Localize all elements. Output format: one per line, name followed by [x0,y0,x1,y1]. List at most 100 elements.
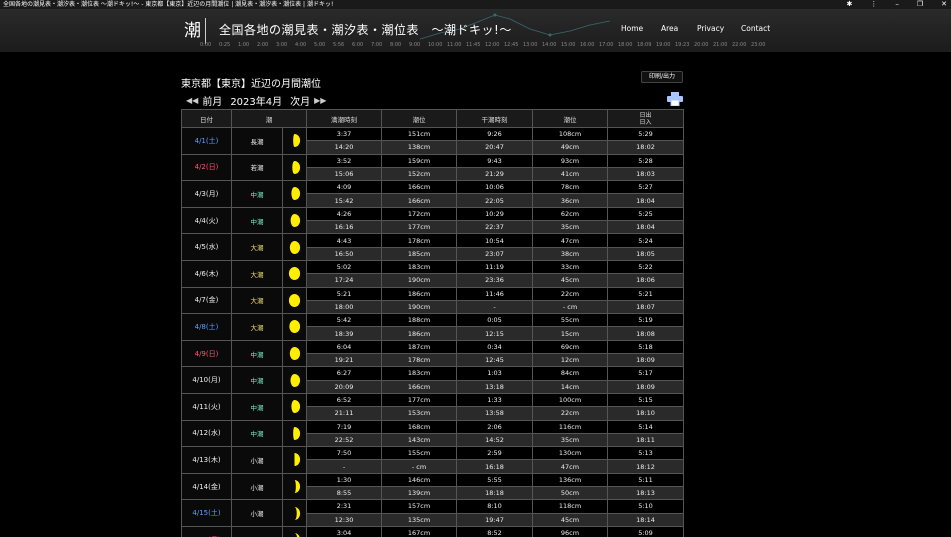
low-tide-time: 14:52 [456,432,533,448]
low-tide-time: 8:52 [456,525,533,537]
high-tide-time: 7:50 [306,446,382,461]
high-tide-time: 6:27 [306,366,382,381]
date-cell[interactable]: 4/14(金) [181,472,232,501]
sunset-time: 18:07 [607,299,684,315]
low-tide-time: 12:15 [456,326,533,341]
date-cell[interactable]: 4/7(金) [181,286,232,315]
low-tide-level: 35cm [532,220,608,235]
low-tide-time: 22:05 [456,193,533,208]
moon-phase-icon [293,426,301,440]
time-tick-label: 7:00 [371,42,383,48]
low-tide-time: 12:45 [456,353,533,368]
high-tide-level: 188cm [381,313,457,328]
minimize-icon[interactable]: – [895,0,899,9]
date-cell[interactable]: 4/15(土) [181,499,232,527]
date-cell[interactable]: 4/13(木) [181,446,232,474]
nav-privacy[interactable]: Privacy [697,24,724,33]
time-tick-label: 15:00 [561,42,576,48]
low-tide-level: 93cm [532,153,608,168]
next-month-icon[interactable]: ▶▶ [314,96,326,105]
low-tide-level: 22cm [532,406,608,421]
header-tide: 潮 [231,109,307,128]
low-tide-time: 21:29 [456,166,533,182]
moon-phase-icon [290,214,301,228]
moon-phase-cell [282,127,307,155]
high-tide-level: 151cm [381,126,457,142]
moon-phase-cell [282,339,307,368]
next-month-link[interactable]: 次月 [290,93,310,108]
table-row: 4/9(日) 中潮 6:04 187cm 0:34 69cm 5:18 [181,339,684,368]
time-tick-label: 5:56 [333,42,345,48]
tide-time-strip: 0:00 0:25 1:00 2:00 3:00 4:00 5:00 5:56 6:00 7:00… [200,42,770,50]
low-tide-time: 0:05 [456,313,533,328]
moon-phase-icon [294,480,301,494]
low-tide-level: 14cm [532,379,608,394]
time-tick-label: 16:00 [580,42,595,48]
printer-icon[interactable] [667,92,683,106]
maximize-icon[interactable]: ❐ [917,0,923,9]
time-tick-label: 2:00 [257,42,269,48]
high-tide-time: 7:19 [306,419,382,434]
high-tide-level: 135cm [381,512,457,527]
time-tick-label: 18:00 [618,42,633,48]
sunset-time: 18:09 [607,353,684,368]
sunrise-time: 5:27 [607,180,684,195]
low-tide-time: 13:18 [456,379,533,394]
nav-area[interactable]: Area [661,24,678,33]
extensions-icon[interactable]: ✱ [846,0,852,9]
high-tide-time: 5:02 [306,259,382,275]
date-cell[interactable]: 4/12(水) [181,419,232,448]
moon-phase-icon [288,267,301,281]
moon-phase-cell [282,366,307,394]
high-tide-level: 166cm [381,193,457,208]
print-output-button[interactable]: 印刷/出力 [641,71,683,83]
low-tide-level: 69cm [532,339,608,355]
high-tide-time: 18:00 [306,299,382,315]
date-cell[interactable]: 4/4(火) [181,206,232,235]
moon-phase-icon [294,506,301,520]
table-row: 4/8(土) 大潮 5:42 188cm 0:05 55cm 5:19 [181,313,684,341]
prev-month-icon[interactable]: ◀◀ [186,96,198,105]
date-cell[interactable]: 4/2(日) [181,153,232,182]
high-tide-time: 22:52 [306,432,382,448]
time-tick-label: 22:00 [732,42,747,48]
sunrise-time: 5:24 [607,233,684,248]
date-cell[interactable]: 4/16(日) [181,525,232,537]
date-cell[interactable]: 4/6(木) [181,259,232,288]
sunrise-time: 5:25 [607,206,684,222]
date-cell[interactable]: 4/9(日) [181,339,232,368]
low-tide-time: 23:36 [456,273,533,288]
high-tide-time: 6:04 [306,339,382,355]
low-tide-time: 9:26 [456,126,533,142]
time-tick-label: 13:00 [523,42,538,48]
low-tide-level: 33cm [532,259,608,275]
moon-phase-cell [282,472,307,501]
low-tide-time: 5:55 [456,472,533,488]
low-tide-level: 41cm [532,166,608,182]
time-tick-label: 17:00 [599,42,614,48]
date-cell[interactable]: 4/5(水) [181,233,232,261]
month-navigation: ◀◀ 前月 2023年4月 次月 ▶▶ [186,93,326,108]
time-tick-label: 5:00 [314,42,326,48]
prev-month-link[interactable]: 前月 [202,93,222,108]
date-cell[interactable]: 4/8(土) [181,313,232,341]
time-tick-label: 20:00 [694,42,709,48]
table-row: 4/4(火) 中潮 4:26 172cm 10:29 62cm 5:25 [181,206,684,235]
moon-phase-icon [289,320,301,334]
tide-name-cell: 長潮 [231,127,283,155]
date-cell[interactable]: 4/3(月) [181,180,232,208]
nav-contact[interactable]: Contact [741,24,770,33]
menu-icon[interactable]: ⋮ [870,0,877,9]
close-icon[interactable]: ✕ [941,0,947,9]
date-cell[interactable]: 4/10(月) [181,366,232,394]
low-tide-level: 45cm [532,512,608,527]
date-cell[interactable]: 4/1(土) [181,127,232,155]
moon-phase-cell [282,313,307,341]
sunset-time: 18:10 [607,406,684,421]
table-row: 4/16(日)長潮 3:04167cm8:5296cm5:09 [181,525,684,537]
sunset-time: 18:12 [607,459,684,474]
sunrise-time: 5:29 [607,126,684,142]
date-cell[interactable]: 4/11(火) [181,392,232,421]
nav-home[interactable]: Home [621,24,643,33]
moon-phase-icon [294,453,301,467]
